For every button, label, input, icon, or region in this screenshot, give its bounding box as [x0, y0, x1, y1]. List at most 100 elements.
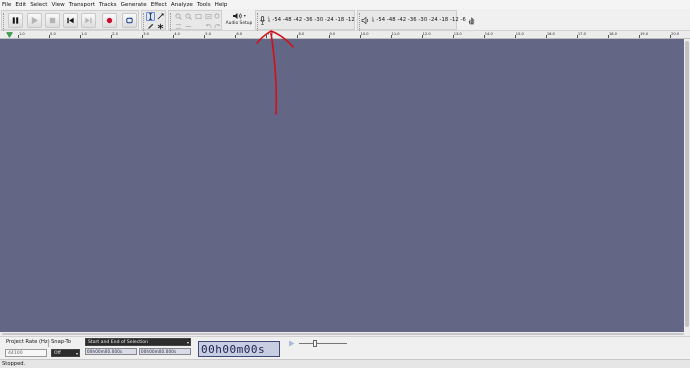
pencil-icon — [148, 23, 154, 29]
zoom-toggle-icon — [214, 13, 220, 19]
redo-icon — [214, 24, 220, 29]
selection-start-value: 00h00m00.000s — [87, 349, 123, 354]
ruler-tick-label: 6.0 — [236, 32, 243, 36]
ruler-tick-label: 2.0 — [112, 32, 118, 36]
ruler-tick-label: 17.0 — [577, 32, 586, 36]
track-panel[interactable] — [0, 39, 690, 332]
meter-channel-right: R — [268, 19, 271, 23]
toolbar: Audio Setup L R -54 -48 -42 -36 -30 -24 … — [0, 9, 690, 31]
project-rate-combo[interactable]: 44100 — [5, 349, 47, 357]
fit-selection-icon — [195, 13, 202, 20]
vertical-scrollbar[interactable] — [684, 39, 690, 332]
meter-channel-right: R — [372, 19, 375, 23]
record-meter-scale: -54 -48 -42 -36 -30 -24 -18 -12 -6 — [272, 17, 362, 23]
snap-to-combo[interactable]: Off ▾ — [51, 349, 80, 357]
asterisk-icon — [157, 23, 164, 30]
audio-setup-label: Audio Setup — [225, 21, 253, 26]
selection-mode-value: Start and End of Selection — [88, 339, 149, 345]
status-text: Stopped. — [2, 361, 26, 367]
skip-to-end-button[interactable] — [81, 13, 96, 28]
play-button[interactable] — [27, 13, 42, 28]
snap-to-value: Off — [54, 350, 61, 356]
stop-icon — [49, 17, 56, 24]
ruler-tick-label: 13.0 — [453, 32, 462, 36]
audio-position-value: 00h00m00s — [201, 342, 266, 356]
toolbar-grip[interactable] — [170, 13, 172, 31]
menu-effect[interactable]: Effect — [151, 2, 167, 8]
horizontal-scroll-thumb[interactable] — [2, 333, 684, 335]
edit-toolbar — [168, 10, 222, 31]
ruler-tick-label: 12.0 — [422, 32, 431, 36]
zoom-in-icon — [175, 13, 182, 20]
draw-tool[interactable] — [146, 22, 155, 31]
loop-button[interactable] — [122, 13, 137, 28]
ruler-tick-label: 18.0 — [608, 32, 617, 36]
microphone-icon — [259, 15, 266, 25]
menu-help[interactable]: Help — [215, 2, 228, 8]
menu-view[interactable]: View — [51, 2, 64, 8]
skip-to-end-icon — [85, 17, 92, 24]
transport-toolbar — [1, 10, 139, 31]
selection-end-field[interactable]: 00h00m00.000s — [139, 348, 191, 355]
ruler-tick-label: 16.0 — [546, 32, 555, 36]
audio-setup-button[interactable]: Audio Setup — [224, 10, 254, 30]
vertical-scroll-thumb[interactable] — [685, 41, 689, 327]
record-icon — [106, 17, 113, 24]
undo-button[interactable] — [204, 22, 213, 31]
ruler-tick-label: 0.0 — [50, 32, 56, 36]
toolbar-grip[interactable] — [143, 13, 145, 31]
ruler-tick-label: 19.0 — [640, 32, 649, 36]
selection-mode-combo[interactable]: Start and End of Selection ▾ — [85, 338, 191, 346]
trim-icon — [175, 24, 182, 29]
menu-analyze[interactable]: Analyze — [171, 2, 193, 8]
divider — [48, 339, 49, 347]
project-rate-label: Project Rate (Hz) — [6, 339, 50, 345]
timeline-ruler[interactable]: 1.0 0.0 1.0 2.0 3.0 4.0 5.0 6.0 7.0 8.0 9.0 10.0 11.… — [0, 31, 690, 39]
stop-button[interactable] — [45, 13, 60, 28]
fit-project-icon — [205, 13, 212, 20]
selection-toolbar: Project Rate (Hz) 44100 Snap-To Off ▾ St… — [0, 336, 690, 359]
play-speed-slider-track[interactable] — [299, 343, 347, 344]
pause-icon — [12, 17, 19, 24]
fit-selection-button[interactable] — [194, 12, 203, 21]
multi-tool[interactable] — [156, 22, 165, 31]
zoom-out-button[interactable] — [184, 12, 193, 21]
play-at-speed-button[interactable] — [287, 339, 296, 348]
menu-generate[interactable]: Generate — [121, 2, 147, 8]
record-button[interactable] — [102, 13, 117, 28]
menu-file[interactable]: File — [2, 2, 11, 8]
menu-transport[interactable]: Transport — [69, 2, 95, 8]
playback-meter[interactable]: L R -54 -48 -42 -36 -30 -24 -18 -12 -6 — [361, 10, 475, 30]
chevron-down-icon: ▾ — [75, 351, 78, 356]
project-rate-value: 44100 — [8, 350, 23, 356]
zoom-in-button[interactable] — [174, 12, 183, 21]
skip-to-start-icon — [67, 17, 74, 24]
play-speed-slider-thumb[interactable] — [313, 340, 317, 347]
zoom-toggle-button[interactable] — [213, 12, 222, 21]
redo-button[interactable] — [213, 22, 222, 31]
ruler-tick-label: 9.0 — [329, 32, 336, 36]
fit-project-button[interactable] — [204, 12, 213, 21]
menu-select[interactable]: Select — [30, 2, 47, 8]
envelope-icon — [157, 13, 164, 20]
playback-speaker-icon — [361, 16, 369, 24]
ruler-tick-label: 3.0 — [143, 32, 149, 36]
toolbar-grip[interactable] — [3, 13, 5, 31]
pause-button[interactable] — [8, 13, 23, 28]
silence-icon — [185, 26, 192, 27]
ruler-tick-label: 15.0 — [515, 32, 524, 36]
menu-edit[interactable]: Edit — [15, 2, 26, 8]
ruler-tick-label: 4.0 — [174, 32, 180, 36]
speaker-icon — [233, 13, 246, 19]
selection-start-field[interactable]: 00h00m00.000s — [85, 348, 137, 355]
selection-tool[interactable] — [146, 12, 155, 21]
envelope-tool[interactable] — [156, 12, 165, 21]
menu-tools[interactable]: Tools — [197, 2, 211, 8]
trim-button[interactable] — [174, 22, 183, 31]
skip-to-start-button[interactable] — [63, 13, 78, 28]
menu-tracks[interactable]: Tracks — [99, 2, 117, 8]
silence-button[interactable] — [184, 22, 193, 31]
ruler-tick-label: 14.0 — [484, 32, 493, 36]
audio-position-field[interactable]: 00h00m00s — [198, 341, 280, 357]
record-meter[interactable]: L R -54 -48 -42 -36 -30 -24 -18 -12 -6 — [259, 10, 371, 30]
